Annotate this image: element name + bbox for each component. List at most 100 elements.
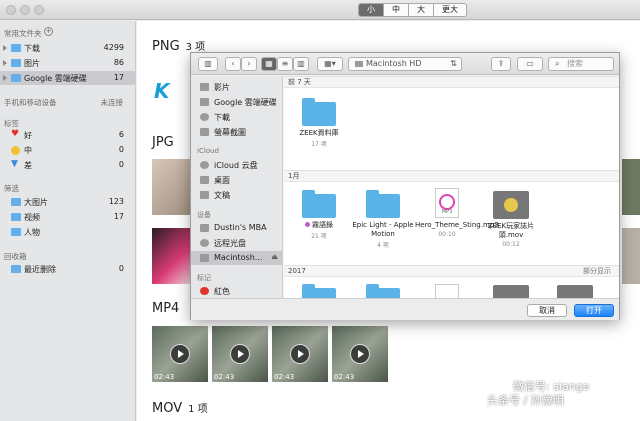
music-note-icon	[439, 194, 455, 210]
sidebar-item-videos[interactable]: 视频 17	[0, 210, 136, 224]
file-item[interactable]: ZEEK資料庫 17 项	[287, 98, 351, 148]
sidebar-item-count: 17	[113, 212, 124, 221]
file-item[interactable]	[479, 285, 543, 298]
sidebar-item-recently-deleted[interactable]: 最近删除 0	[0, 262, 136, 276]
sidebar-item-label: 图片	[24, 59, 40, 68]
sidebar-item-count: 123	[108, 197, 124, 206]
location-popup[interactable]: Macintosh HD ⇅	[348, 57, 462, 71]
file-browser: 前 7 天 ZEEK資料庫 17 项 1月 霧語錄 21 项 Epic Ligh…	[284, 76, 619, 298]
disclosure-triangle-icon[interactable]	[3, 60, 7, 66]
cancel-button[interactable]: 取消	[527, 304, 567, 317]
play-icon[interactable]	[350, 344, 370, 364]
dialog-sidebar-item-mba[interactable]: Dustin's MBA	[191, 221, 282, 235]
dialog-sidebar-item-remote-disc[interactable]: 远程光盘	[191, 236, 282, 250]
image-thumbnail[interactable]	[152, 159, 192, 215]
file-item[interactable]: MP3 Hero_Theme_Sting.mp3 00:10	[415, 188, 499, 238]
tag-icon[interactable]: ▭	[517, 57, 543, 71]
dialog-sidebar: 影片 Google 雲端硬碟 下載 螢幕截圖 iCloud iCloud 云盘 …	[191, 76, 283, 298]
video-thumbnail[interactable]: 02:43	[272, 326, 328, 382]
dialog-sidebar-item-documents[interactable]: 文稿	[191, 188, 282, 202]
dialog-sidebar-item-google-drive[interactable]: Google 雲端硬碟	[191, 95, 282, 109]
folder-icon	[366, 190, 400, 218]
column-view-icon[interactable]: ▥	[293, 57, 309, 71]
disclosure-triangle-icon[interactable]	[3, 45, 7, 51]
sidebar-item-large-images[interactable]: 大图片 123	[0, 195, 136, 209]
dialog-toolbar: ▥ ‹ › ▦ ≡ ▥ ▦▾ Macintosh HD ⇅ ⇪ ▭ ⌕ 搜索	[191, 53, 619, 75]
size-larger-button[interactable]: 更大	[434, 4, 466, 16]
list-view-icon[interactable]: ≡	[277, 57, 293, 71]
dialog-sidebar-item-macintosh-hd[interactable]: Macintosh... ⏏	[191, 251, 282, 265]
dialog-sidebar-item-downloads[interactable]: 下載	[191, 110, 282, 124]
movie-file-icon	[493, 285, 529, 298]
sidebar-item-label: 人物	[24, 228, 40, 237]
video-thumbnail[interactable]: 02:43	[332, 326, 388, 382]
group-by-icon[interactable]: ▦▾	[317, 57, 343, 71]
video-thumbnail[interactable]: 02:43	[212, 326, 268, 382]
sidebar-item-google-drive[interactable]: Google 雲端硬碟 17	[0, 71, 136, 85]
sidebar-item-downloads[interactable]: 下载 4299	[0, 41, 136, 55]
zoom-window-button[interactable]	[34, 5, 44, 15]
video-thumbnail[interactable]: 02:43	[152, 326, 208, 382]
dialog-sidebar-item-tag-red[interactable]: 紅色	[191, 284, 282, 298]
group-header-month: 1月	[284, 170, 619, 182]
eject-icon[interactable]: ⏏	[271, 253, 278, 261]
dialog-sidebar-label: 螢幕截圖	[214, 128, 246, 137]
download-icon	[200, 113, 209, 121]
size-small-button[interactable]: 小	[359, 4, 384, 16]
dialog-sidebar-item-desktop[interactable]: 桌面	[191, 173, 282, 187]
play-icon[interactable]	[230, 344, 250, 364]
sidebar-item-tag-good[interactable]: ♥ 好 6	[0, 128, 136, 142]
dialog-sidebar-heading-icloud: iCloud	[197, 147, 219, 155]
icon-view-icon[interactable]: ▦	[261, 57, 277, 71]
desktop-icon	[200, 176, 209, 184]
file-name-text: 霧語錄	[312, 221, 333, 229]
dialog-sidebar-item-icloud-drive[interactable]: iCloud 云盘	[191, 158, 282, 172]
file-item[interactable]: 霧語錄 21 项	[287, 190, 351, 240]
dialog-sidebar-item-screenshots[interactable]: 螢幕截圖	[191, 125, 282, 139]
back-button[interactable]: ‹	[225, 57, 241, 71]
open-button[interactable]: 打开	[574, 304, 614, 317]
sidebar-toggle-icon[interactable]: ▥	[198, 57, 218, 71]
sidebar-heading-filters: 筛选	[4, 184, 19, 193]
sidebar-item-people[interactable]: 人物	[0, 225, 136, 239]
file-item[interactable]	[415, 284, 479, 298]
minimize-window-button[interactable]	[20, 5, 30, 15]
sidebar-item-tag-bad[interactable]: ▼ 差 0	[0, 158, 136, 172]
add-folder-icon[interactable]: +	[44, 27, 53, 36]
file-subtitle: 4 项	[377, 242, 389, 249]
file-item[interactable]	[543, 285, 607, 298]
section-count: 1 项	[188, 404, 208, 415]
share-icon[interactable]: ⇪	[491, 57, 511, 71]
play-icon[interactable]	[290, 344, 310, 364]
image-thumbnail[interactable]	[622, 159, 640, 215]
file-name: 霧語錄	[287, 221, 351, 230]
file-name: Epic Light - Apple Motion	[352, 221, 414, 238]
folder-icon	[11, 198, 21, 206]
sidebar-item-label: 下载	[24, 44, 40, 53]
file-item[interactable]	[287, 284, 351, 298]
size-large-button[interactable]: 大	[409, 4, 434, 16]
dialog-sidebar-item-movies[interactable]: 影片	[191, 80, 282, 94]
file-item[interactable]: Epic Light - Apple Motion 4 项	[351, 190, 415, 249]
file-item[interactable]	[351, 284, 415, 298]
image-thumbnail[interactable]: K	[152, 65, 192, 121]
show-more-link[interactable]: 部分显示	[583, 266, 611, 276]
sidebar-item-count: 0	[118, 145, 124, 154]
disclosure-triangle-icon[interactable]	[3, 75, 7, 81]
play-icon[interactable]	[170, 344, 190, 364]
size-medium-button[interactable]: 中	[384, 4, 409, 16]
laptop-icon	[200, 224, 209, 232]
image-thumbnail[interactable]	[622, 228, 640, 284]
dialog-sidebar-heading-tags: 标记	[197, 274, 211, 282]
search-input[interactable]: ⌕ 搜索	[548, 57, 614, 71]
file-item[interactable]: ZEEK玩家誌片頭.mov 00:12	[479, 191, 543, 248]
sidebar-item-tag-medium[interactable]: 中 0	[0, 143, 136, 157]
image-thumbnail[interactable]	[152, 228, 192, 284]
dialog-sidebar-label: 下載	[214, 113, 230, 122]
sidebar-item-count: 6	[118, 130, 124, 139]
sidebar-item-label: 差	[24, 161, 32, 170]
close-window-button[interactable]	[6, 5, 16, 15]
file-extension-label: MP3	[441, 209, 453, 215]
sidebar-item-pictures[interactable]: 图片 86	[0, 56, 136, 70]
forward-button[interactable]: ›	[241, 57, 257, 71]
